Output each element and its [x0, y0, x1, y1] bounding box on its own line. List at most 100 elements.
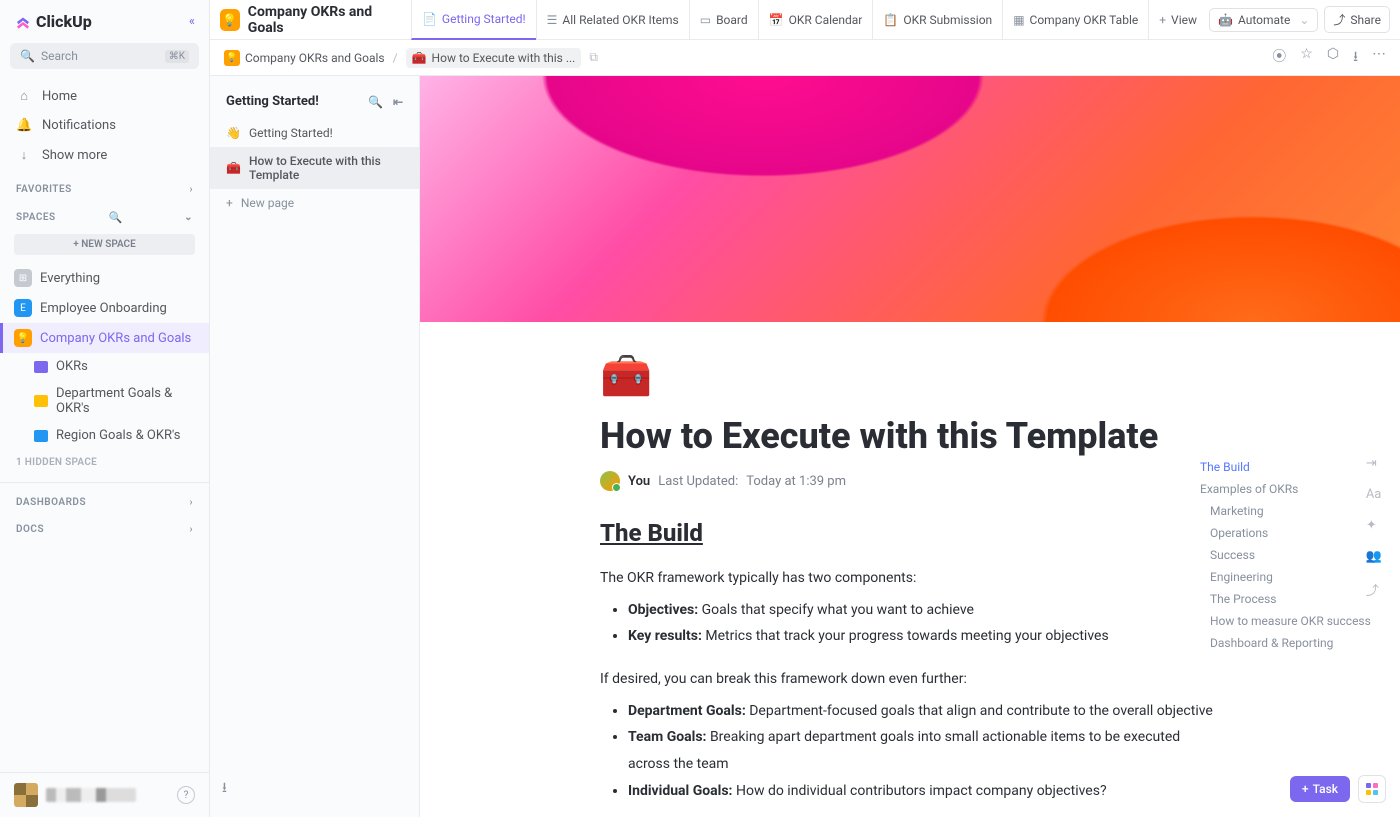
main: 💡 Company OKRs and Goals 📄Getting Starte… — [210, 0, 1400, 817]
new-space-button[interactable]: + NEW SPACE — [14, 234, 195, 255]
download-icon[interactable]: ⭳ — [1353, 46, 1358, 70]
page-emoji-icon: 🧰 — [226, 161, 241, 175]
space-item[interactable]: 💡Company OKRs and Goals — [0, 323, 209, 353]
breadcrumb-separator: / — [393, 51, 398, 65]
nav-notifications[interactable]: 🔔Notifications — [0, 111, 209, 140]
page-item[interactable]: 🧰How to Execute with this Template — [210, 147, 419, 189]
chevron-down-icon: ⌄ — [184, 212, 193, 223]
hidden-spaces-label[interactable]: 1 HIDDEN SPACE — [0, 449, 209, 476]
toc-item[interactable]: Dashboard & Reporting — [1200, 632, 1380, 654]
heading-the-build[interactable]: The Build — [600, 519, 1220, 547]
sparkle-icon[interactable]: ✦ — [1366, 518, 1382, 533]
help-icon[interactable]: ? — [177, 786, 195, 804]
list-item[interactable]: Key results: Metrics that track your pro… — [628, 623, 1220, 650]
view-tab[interactable]: ▦Company OKR Table — [1002, 0, 1148, 40]
breadcrumb-root[interactable]: 💡Company OKRs and Goals — [224, 50, 385, 66]
list-item[interactable]: Objectives: Goals that specify what you … — [628, 597, 1220, 624]
updated-label: Last Updated: — [658, 474, 738, 489]
typography-icon[interactable]: Aa — [1366, 487, 1382, 502]
space-badge-icon[interactable]: 💡 — [220, 9, 240, 31]
toc-item[interactable]: Engineering — [1200, 566, 1380, 588]
folder-item[interactable]: OKRs — [0, 353, 209, 380]
list-item[interactable]: Individual Goals: How do individual cont… — [628, 778, 1220, 805]
folder-item[interactable]: Department Goals & OKR's — [0, 380, 209, 422]
nav-show-more[interactable]: ↓Show more — [0, 140, 209, 170]
link-icon[interactable]: ⤴ — [1366, 580, 1382, 599]
view-tab[interactable]: ▭Board — [689, 0, 758, 40]
view-tab[interactable]: 📋OKR Submission — [872, 0, 1002, 40]
toc-item[interactable]: Examples of OKRs — [1200, 478, 1380, 500]
tag-icon[interactable]: ⦿ — [1272, 46, 1286, 70]
toc-item[interactable]: The Build — [1200, 456, 1380, 478]
sidebar-header: ClickUp « — [0, 0, 209, 43]
collapse-sidebar-icon[interactable]: « — [189, 14, 195, 29]
author-avatar[interactable] — [600, 471, 620, 491]
tab-icon: ▦ — [1013, 13, 1024, 27]
spaces-section-header[interactable]: SPACES🔍⌄ — [0, 201, 209, 230]
collapse-panel-icon[interactable]: ⇤ — [393, 95, 403, 109]
plus-icon: + — [226, 196, 233, 210]
toc-item[interactable]: How to measure OKR success — [1200, 610, 1380, 632]
doc-emoji[interactable]: 🧰 — [600, 352, 1220, 401]
users-icon[interactable]: 👥 — [1366, 549, 1382, 564]
view-tab[interactable]: 📄Getting Started! — [411, 0, 536, 40]
search-input[interactable]: 🔍 Search ⌘K — [10, 43, 199, 69]
lightbulb-icon: 💡 — [224, 50, 240, 66]
logo[interactable]: ClickUp — [14, 12, 92, 31]
more-icon[interactable]: ⋯ — [1372, 46, 1386, 70]
space-item[interactable]: ⊞Everything — [0, 263, 209, 293]
comment-icon[interactable]: ⬡ — [1327, 46, 1339, 70]
chevron-right-icon: › — [189, 524, 193, 535]
list-item[interactable]: Team Goals: Breaking apart department go… — [628, 724, 1220, 777]
nav-home[interactable]: ⌂Home — [0, 81, 209, 111]
toc-item[interactable]: Operations — [1200, 522, 1380, 544]
apps-grid-button[interactable] — [1358, 775, 1386, 803]
star-icon[interactable]: ☆ — [1300, 46, 1313, 70]
view-tab[interactable]: ☰All Related OKR Items — [536, 0, 689, 40]
download-icon[interactable]: ⭳ — [222, 777, 227, 801]
space-icon: E — [14, 299, 32, 317]
dashboards-section-header[interactable]: DASHBOARDS› — [0, 482, 209, 514]
home-icon: ⌂ — [16, 88, 32, 104]
doc-paragraph[interactable]: The OKR framework typically has two comp… — [600, 567, 1220, 591]
list-item[interactable]: Department Goals: Department-focused goa… — [628, 698, 1220, 725]
share-button[interactable]: ⤴Share — [1324, 6, 1390, 33]
breadcrumb-current[interactable]: 🧰How to Execute with this ... — [406, 48, 582, 68]
topbar: 💡 Company OKRs and Goals 📄Getting Starte… — [210, 0, 1400, 40]
space-item[interactable]: EEmployee Onboarding — [0, 293, 209, 323]
folder-item[interactable]: Region Goals & OKR's — [0, 422, 209, 449]
doc-title[interactable]: How to Execute with this Template — [600, 415, 1220, 457]
search-icon[interactable]: 🔍 — [109, 211, 123, 224]
doc-paragraph[interactable]: If desired, you can break this framework… — [600, 668, 1220, 692]
space-title[interactable]: Company OKRs and Goals — [248, 4, 395, 36]
toc-item[interactable]: Marketing — [1200, 500, 1380, 522]
logo-text: ClickUp — [36, 12, 92, 31]
toc-item[interactable]: Success — [1200, 544, 1380, 566]
docs-section-header[interactable]: DOCS› — [0, 514, 209, 541]
cover-image[interactable] — [420, 76, 1400, 322]
doc-meta: You Last Updated: Today at 1:39 pm — [600, 471, 1220, 491]
folder-icon — [34, 395, 48, 407]
new-page-button[interactable]: +New page — [210, 189, 419, 217]
toolbox-icon: 🧰 — [412, 51, 427, 65]
robot-icon: 🤖 — [1218, 13, 1233, 27]
new-task-button[interactable]: +Task — [1290, 776, 1350, 802]
view-tab[interactable]: +View — [1148, 0, 1207, 40]
breadcrumb-bar: 💡Company OKRs and Goals / 🧰How to Execut… — [210, 40, 1400, 76]
plus-icon: + — [1302, 782, 1309, 796]
chevron-right-icon: › — [189, 184, 193, 195]
search-icon[interactable]: 🔍 — [368, 95, 383, 109]
doc-list[interactable]: Objectives: Goals that specify what you … — [628, 597, 1220, 650]
expand-icon[interactable]: ⇥ — [1366, 456, 1382, 471]
open-external-icon[interactable]: ⧉ — [589, 50, 598, 65]
toc-item[interactable]: The Process — [1200, 588, 1380, 610]
doc-list[interactable]: Department Goals: Department-focused goa… — [628, 698, 1220, 804]
page-item[interactable]: 👋Getting Started! — [210, 119, 419, 147]
automate-button[interactable]: 🤖Automate⌄ — [1209, 8, 1318, 32]
favorites-section-header[interactable]: FAVORITES› — [0, 174, 209, 201]
view-tab[interactable]: 📅OKR Calendar — [758, 0, 873, 40]
user-avatar[interactable] — [14, 783, 38, 807]
search-placeholder: Search — [41, 49, 78, 63]
author-name: You — [628, 474, 650, 489]
sidebar-footer: ? — [0, 772, 209, 817]
